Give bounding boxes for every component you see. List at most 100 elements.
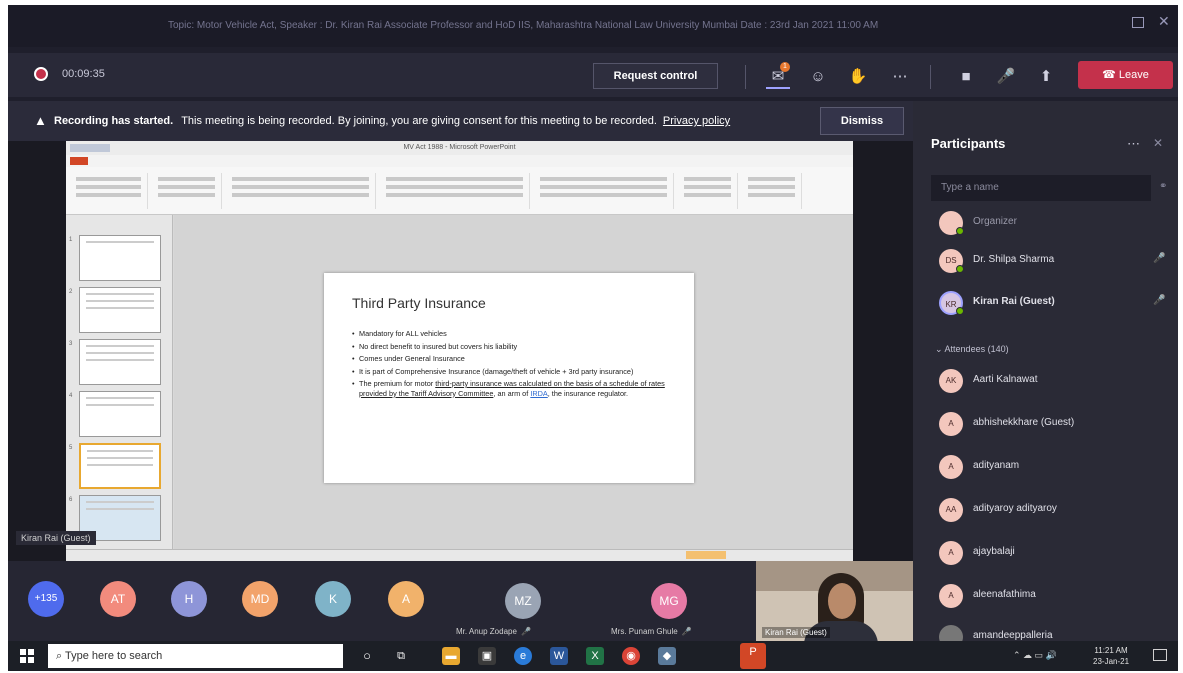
invite-icon[interactable]: ⚭ bbox=[1159, 181, 1167, 192]
avatar-initials: H bbox=[184, 592, 194, 606]
restore-window-button[interactable] bbox=[1132, 17, 1144, 28]
taskbar-search-placeholder: Type here to search bbox=[65, 650, 163, 662]
participant-row[interactable]: Organizer bbox=[931, 207, 1171, 239]
request-control-button[interactable]: Request control bbox=[593, 63, 718, 89]
avatar-initials: MZ bbox=[514, 594, 532, 608]
share-icon[interactable]: ⬆ bbox=[1034, 65, 1058, 89]
attendees-section-header[interactable]: ⌄ Attendees (140) bbox=[935, 344, 1009, 355]
avatar-0: AT bbox=[100, 581, 136, 617]
reactions-icon[interactable]: ☺ bbox=[806, 65, 830, 89]
avatar-initials: AT bbox=[110, 592, 126, 606]
camera-off-icon[interactable]: ■ bbox=[954, 65, 978, 89]
more-icon[interactable]: ⋯ bbox=[888, 65, 912, 89]
tile-name-0: Mr. Anup Zodape 🎤 bbox=[456, 627, 531, 636]
participant-avatar: A bbox=[939, 455, 963, 479]
attendees-label: Attendees (140) bbox=[944, 344, 1009, 354]
participants-panel: Participants ⋯ ✕ Type a name ⚭ Organizer… bbox=[913, 101, 1178, 641]
tile-avatar-1: MG bbox=[651, 583, 687, 619]
slide-thumbnail[interactable] bbox=[79, 235, 161, 281]
panel-more-icon[interactable]: ⋯ bbox=[1127, 136, 1140, 152]
slide-thumbnail-selected[interactable] bbox=[79, 443, 161, 489]
ribbon-group bbox=[678, 173, 738, 209]
zoom-control[interactable] bbox=[686, 551, 726, 559]
excel-icon[interactable]: X bbox=[586, 647, 604, 665]
ribbon-group bbox=[742, 173, 802, 209]
recording-text: This meeting is being recorded. By joini… bbox=[181, 115, 657, 127]
recording-banner: ▲ Recording has started. This meeting is … bbox=[8, 101, 913, 141]
meeting-title: Topic: Motor Vehicle Act, Speaker : Dr. … bbox=[168, 20, 879, 31]
privacy-policy-link[interactable]: Privacy policy bbox=[663, 115, 730, 127]
powerpoint-window: MV Act 1988 - Microsoft PowerPoint 1 2 3… bbox=[66, 141, 853, 561]
close-window-button[interactable]: ✕ bbox=[1158, 13, 1170, 30]
system-tray[interactable]: ⌃ ☁ ▭ 🔊 bbox=[1013, 650, 1057, 661]
bullet-text: , the insurance regulator. bbox=[547, 388, 629, 398]
panel-close-icon[interactable]: ✕ bbox=[1153, 136, 1163, 150]
slide-thumbnail[interactable] bbox=[79, 287, 161, 333]
bullet-item: Comes under General Insurance bbox=[352, 354, 672, 364]
windows-start-icon[interactable] bbox=[20, 649, 34, 663]
participant-row[interactable]: A aleenafathima bbox=[931, 580, 1171, 612]
powerpoint-icon[interactable]: P bbox=[740, 643, 766, 669]
avatar-2: MD bbox=[242, 581, 278, 617]
slide-thumbnail[interactable] bbox=[79, 391, 161, 437]
participant-row[interactable]: amandeeppalleria bbox=[931, 621, 1171, 641]
participant-name: adityaroy adityaroy bbox=[973, 503, 1057, 514]
participant-row[interactable]: A ajaybalaji bbox=[931, 537, 1171, 569]
file-explorer-icon[interactable]: ▬ bbox=[442, 647, 460, 665]
divider bbox=[930, 65, 931, 89]
warning-icon: ▲ bbox=[34, 113, 47, 128]
thumb-number: 2 bbox=[69, 289, 73, 295]
avatar-initials: A bbox=[401, 592, 410, 606]
bullet-item: No direct benefit to insured but covers … bbox=[352, 342, 672, 352]
irda-link[interactable]: IRDA bbox=[530, 389, 547, 398]
presence-dot bbox=[956, 307, 964, 315]
participant-row[interactable]: A adityanam bbox=[931, 451, 1171, 483]
ppt-ribbon bbox=[66, 167, 853, 215]
chrome-icon[interactable]: ◉ bbox=[622, 647, 640, 665]
mic-icon: 🎤 bbox=[681, 627, 692, 636]
dismiss-button[interactable]: Dismiss bbox=[820, 107, 904, 135]
participant-search-input[interactable]: Type a name bbox=[931, 175, 1151, 201]
store-icon[interactable]: ▣ bbox=[478, 647, 496, 665]
participant-row[interactable]: DS Dr. Shilpa Sharma 🎤 bbox=[931, 245, 1171, 277]
slide-thumbnail[interactable] bbox=[79, 339, 161, 385]
quick-access-toolbar bbox=[70, 144, 110, 152]
word-icon[interactable]: W bbox=[550, 647, 568, 665]
ppt-app-title: MV Act 1988 - Microsoft PowerPoint bbox=[403, 144, 516, 151]
raise-hand-icon[interactable]: ✋ bbox=[846, 65, 870, 89]
participant-avatar bbox=[939, 625, 963, 641]
ppt-tab bbox=[165, 158, 167, 164]
leave-button[interactable]: ☎ Leave bbox=[1078, 61, 1173, 89]
bullet-text: The premium for motor bbox=[359, 379, 434, 388]
bullet-item: Mandatory for ALL vehicles bbox=[352, 329, 672, 339]
overflow-participants-button[interactable]: +135 bbox=[28, 581, 64, 617]
presence-dot bbox=[956, 265, 964, 273]
mic-off-icon: 🎤 bbox=[1153, 253, 1166, 264]
slide-bullets: Mandatory for ALL vehicles No direct ben… bbox=[352, 329, 672, 401]
participant-name: Kiran Rai (Guest) bbox=[973, 296, 1055, 307]
participant-row[interactable]: AK Aarti Kalnawat bbox=[931, 365, 1171, 397]
taskbar-clock[interactable]: 11:21 AM 23-Jan-21 bbox=[1093, 645, 1129, 667]
ppt-tab bbox=[125, 158, 127, 164]
participant-row[interactable]: AA adityaroy adityaroy bbox=[931, 494, 1171, 526]
app-icon[interactable]: ◆ bbox=[658, 647, 676, 665]
participant-row[interactable]: KR Kiran Rai (Guest) 🎤 bbox=[931, 287, 1171, 319]
panel-title: Participants bbox=[931, 136, 1006, 151]
ppt-ribbon-tabs bbox=[66, 155, 853, 167]
shared-screen: MV Act 1988 - Microsoft PowerPoint 1 2 3… bbox=[8, 141, 913, 561]
video-person-face bbox=[828, 583, 856, 619]
participant-name: Organizer bbox=[973, 216, 1017, 227]
taskbar-search-input[interactable]: ⌕ Type here to search bbox=[48, 644, 343, 668]
ppt-title-bar: MV Act 1988 - Microsoft PowerPoint bbox=[66, 141, 853, 155]
presenter-video: Kiran Rai (Guest) bbox=[756, 561, 913, 641]
ribbon-group bbox=[380, 173, 530, 209]
mic-off-icon[interactable]: 🎤 bbox=[994, 65, 1018, 89]
participant-row[interactable]: A abhishekkhare (Guest) bbox=[931, 408, 1171, 440]
avatar-initials: K bbox=[328, 592, 337, 606]
notification-icon[interactable] bbox=[1153, 649, 1167, 661]
edge-icon[interactable]: e bbox=[514, 647, 532, 665]
cortana-icon[interactable]: ○ bbox=[358, 647, 376, 665]
thumb-number: 1 bbox=[69, 237, 73, 243]
chat-icon[interactable]: ✉ 1 bbox=[766, 62, 790, 89]
task-view-icon[interactable]: ⧉ bbox=[392, 647, 410, 665]
